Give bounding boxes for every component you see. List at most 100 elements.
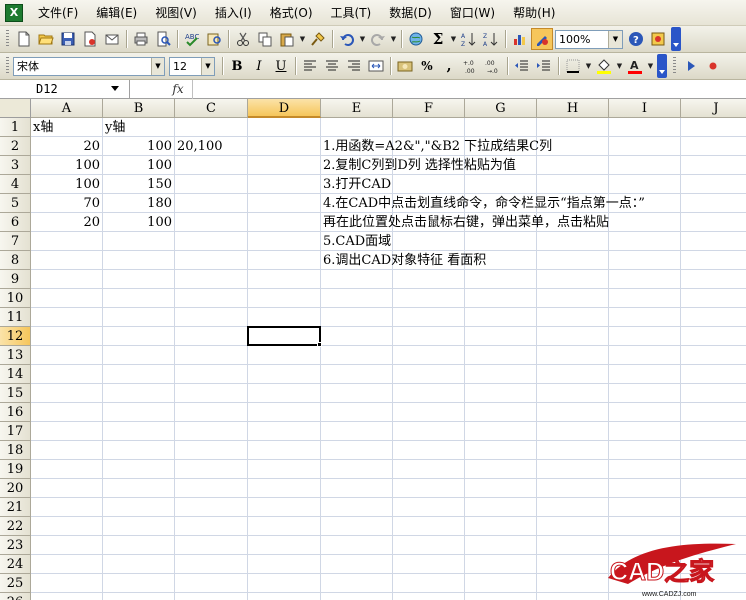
format-painter-button[interactable] [307, 28, 329, 50]
undo-dropdown[interactable]: ▼ [358, 28, 367, 50]
toolbar-grip[interactable] [6, 30, 9, 48]
excel-app-icon[interactable]: X [5, 3, 23, 22]
row-header-23[interactable]: 23 [0, 536, 31, 555]
percent-button[interactable]: % [416, 55, 438, 77]
cell-e2[interactable]: 1.用函数=A2&","&B2 下拉成结果C列 [321, 137, 554, 156]
cell-e4[interactable]: 3.打开CAD [321, 175, 393, 194]
column-header-f[interactable]: F [393, 99, 465, 118]
toolbar-grip[interactable] [673, 57, 676, 75]
drawing-button[interactable] [531, 28, 553, 50]
active-cell-selection[interactable] [247, 326, 321, 346]
help-button[interactable]: ? [625, 28, 647, 50]
email-button[interactable] [101, 28, 123, 50]
font-name-select[interactable]: 宋体 ▼ [13, 56, 165, 76]
cell-e8[interactable]: 6.调出CAD对象特征 看面积 [321, 251, 488, 270]
menu-file[interactable]: 文件(F) [29, 2, 87, 24]
menu-help[interactable]: 帮助(H) [504, 2, 564, 24]
cell-c2[interactable]: 20,100 [175, 137, 225, 156]
save-button[interactable] [57, 28, 79, 50]
row-header-26[interactable]: 26 [0, 593, 31, 600]
merge-center-button[interactable] [365, 55, 387, 77]
bold-button[interactable]: B [226, 55, 248, 77]
cell-e3[interactable]: 2.复制C列到D列 选择性粘贴为值 [321, 156, 518, 175]
align-center-button[interactable] [321, 55, 343, 77]
increase-indent-button[interactable] [533, 55, 555, 77]
print-preview-button[interactable] [152, 28, 174, 50]
align-right-button[interactable] [343, 55, 365, 77]
row-header-3[interactable]: 3 [0, 156, 31, 175]
menu-window[interactable]: 窗口(W) [441, 2, 504, 24]
row-header-19[interactable]: 19 [0, 460, 31, 479]
underline-button[interactable]: U [270, 55, 292, 77]
column-header-c[interactable]: C [175, 99, 248, 118]
row-header-24[interactable]: 24 [0, 555, 31, 574]
row-header-15[interactable]: 15 [0, 384, 31, 403]
row-header-18[interactable]: 18 [0, 441, 31, 460]
menu-data[interactable]: 数据(D) [380, 2, 441, 24]
paste-dropdown[interactable]: ▼ [298, 28, 307, 50]
column-header-j[interactable]: J [681, 99, 746, 118]
currency-button[interactable] [394, 55, 416, 77]
menu-view[interactable]: 视图(V) [146, 2, 206, 24]
row-header-25[interactable]: 25 [0, 574, 31, 593]
italic-button[interactable]: I [248, 55, 270, 77]
cell-b3[interactable]: 100 [103, 156, 174, 175]
autosum-dropdown[interactable]: ▼ [449, 28, 458, 50]
cell-b2[interactable]: 100 [103, 137, 174, 156]
office-assistant-button[interactable] [647, 28, 669, 50]
font-size-select[interactable]: 12 ▼ [169, 56, 215, 76]
sort-ascending-button[interactable]: AZ [458, 28, 480, 50]
fill-handle[interactable] [317, 342, 322, 347]
cell-a5[interactable]: 70 [31, 194, 102, 213]
formula-input[interactable] [192, 79, 746, 99]
redo-dropdown[interactable]: ▼ [389, 28, 398, 50]
row-header-5[interactable]: 5 [0, 194, 31, 213]
new-button[interactable] [13, 28, 35, 50]
row-header-1[interactable]: 1 [0, 118, 31, 137]
paste-button[interactable] [276, 28, 298, 50]
record-button[interactable] [702, 55, 724, 77]
hyperlink-button[interactable] [405, 28, 427, 50]
row-header-4[interactable]: 4 [0, 175, 31, 194]
cell-e7[interactable]: 5.CAD面域 [321, 232, 393, 251]
row-header-8[interactable]: 8 [0, 251, 31, 270]
column-header-d[interactable]: D [248, 99, 321, 118]
cut-button[interactable] [232, 28, 254, 50]
cell-a6[interactable]: 20 [31, 213, 102, 232]
comma-button[interactable]: , [438, 55, 460, 77]
menu-insert[interactable]: 插入(I) [206, 2, 261, 24]
chart-wizard-button[interactable] [509, 28, 531, 50]
sort-descending-button[interactable]: ZA [480, 28, 502, 50]
research-button[interactable] [203, 28, 225, 50]
cell-b4[interactable]: 150 [103, 175, 174, 194]
row-header-12[interactable]: 12 [0, 327, 31, 346]
row-header-22[interactable]: 22 [0, 517, 31, 536]
cell-b5[interactable]: 180 [103, 194, 174, 213]
fill-color-dropdown[interactable]: ▼ [615, 55, 624, 77]
borders-button[interactable] [562, 55, 584, 77]
decrease-indent-button[interactable] [511, 55, 533, 77]
font-color-button[interactable]: A [624, 55, 646, 77]
row-header-11[interactable]: 11 [0, 308, 31, 327]
row-header-10[interactable]: 10 [0, 289, 31, 308]
redo-button[interactable] [367, 28, 389, 50]
row-header-20[interactable]: 20 [0, 479, 31, 498]
fill-color-button[interactable] [593, 55, 615, 77]
column-header-e[interactable]: E [321, 99, 393, 118]
print-button[interactable] [130, 28, 152, 50]
column-header-i[interactable]: I [609, 99, 681, 118]
cell-a4[interactable]: 100 [31, 175, 102, 194]
toolbar-options-button[interactable] [671, 27, 681, 51]
toolbar-grip[interactable] [6, 57, 9, 75]
insert-function-button[interactable]: fx [164, 82, 192, 96]
play-button[interactable] [680, 55, 702, 77]
decrease-decimal-button[interactable]: .00 →.0 [482, 55, 504, 77]
row-header-14[interactable]: 14 [0, 365, 31, 384]
row-header-17[interactable]: 17 [0, 422, 31, 441]
spelling-button[interactable]: ABC [181, 28, 203, 50]
select-all-corner[interactable] [0, 99, 31, 118]
worksheet-grid[interactable]: A B C D E F G H I J 1 2 3 4 5 6 7 8 9 10 11 12 13 14 15 16 17 18 19 2… [0, 99, 746, 600]
cell-a2[interactable]: 20 [31, 137, 102, 156]
cell-a3[interactable]: 100 [31, 156, 102, 175]
column-header-h[interactable]: H [537, 99, 609, 118]
